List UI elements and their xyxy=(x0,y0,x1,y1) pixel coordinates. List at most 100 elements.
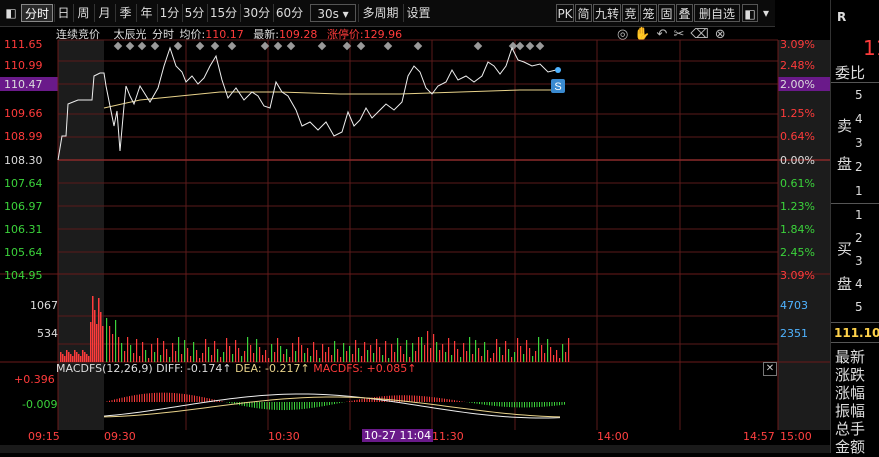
volume-bar xyxy=(514,352,515,362)
macd-bar xyxy=(564,402,565,405)
auction-button[interactable]: 竞 xyxy=(622,4,639,22)
panel-divider-3 xyxy=(831,322,879,323)
macd-bar xyxy=(269,402,270,410)
signal-diamond xyxy=(211,42,219,50)
time-cursor-label: 10-27 11:04 xyxy=(362,429,433,442)
tab-1min[interactable]: 1分 xyxy=(157,4,181,22)
macd-bar xyxy=(129,396,130,402)
macd-dea: DEA: -0.217↑ xyxy=(235,362,310,375)
volume-bar xyxy=(86,354,88,362)
macd-bar xyxy=(499,402,500,406)
overlay-button[interactable]: 叠 xyxy=(676,4,693,22)
tab-multi-period[interactable]: 多周期 xyxy=(358,4,402,22)
volume-bar xyxy=(523,354,524,362)
volume-bar xyxy=(115,320,116,362)
macd-bar xyxy=(242,402,243,406)
volume-bar xyxy=(427,331,428,362)
volume-bar xyxy=(142,342,143,362)
macd-bar xyxy=(549,402,550,406)
macd-bar xyxy=(154,393,155,402)
s-marker-label: S xyxy=(554,81,561,93)
buy-level-3: 3 xyxy=(855,254,863,268)
macd-bar xyxy=(177,393,178,402)
price-line xyxy=(58,48,556,160)
volume-bar xyxy=(562,344,563,362)
volume-bar xyxy=(127,337,128,362)
macd-bar xyxy=(152,393,153,402)
macd-bar xyxy=(437,398,438,402)
time-label-1030: 10:30 xyxy=(268,430,300,443)
macd-bar xyxy=(169,393,170,402)
volume-bar xyxy=(68,352,70,362)
macd-bar xyxy=(519,402,520,407)
macd-bar xyxy=(419,396,420,402)
tab-year[interactable]: 年 xyxy=(136,4,156,22)
macd-bar xyxy=(529,402,530,407)
tab-day[interactable]: 日 xyxy=(54,4,72,22)
macd-bar xyxy=(424,396,425,402)
macd-bar xyxy=(474,402,475,403)
volume-bar xyxy=(526,340,527,362)
macd-diff: DIFF: -0.174↑ xyxy=(156,362,231,375)
volume-bar xyxy=(448,338,449,362)
remove-watchlist-button[interactable]: 删自选 xyxy=(694,4,740,22)
macd-bar xyxy=(134,395,135,402)
macd-bar xyxy=(317,402,318,407)
tab-30s[interactable]: 30s ▾ xyxy=(310,4,356,22)
macd-bar xyxy=(409,395,410,402)
macd-bar xyxy=(194,396,195,402)
sell-level-3: 3 xyxy=(855,136,863,150)
volume-bar xyxy=(451,355,452,362)
volume-bar xyxy=(256,339,257,362)
volume-bar xyxy=(102,326,104,362)
tab-timeshare[interactable]: 分时 xyxy=(21,4,53,22)
price-label-7: 107.64 xyxy=(4,178,43,190)
volume-bar xyxy=(175,351,176,362)
volume-bar xyxy=(553,355,554,362)
macd-bar xyxy=(527,402,528,407)
volume-bar xyxy=(391,344,392,362)
tab-settings[interactable]: 设置 xyxy=(403,4,433,22)
pk-button[interactable]: PK xyxy=(556,4,574,22)
tab-week[interactable]: 周 xyxy=(73,4,93,22)
nine-turn-button[interactable]: 九转 xyxy=(593,4,621,22)
intraday-chart[interactable]: S xyxy=(0,26,830,446)
sell-label-2: 盘 xyxy=(837,153,852,174)
tab-15min[interactable]: 15分 xyxy=(207,4,239,22)
collapse-right-icon[interactable]: ◧ xyxy=(742,4,758,22)
tab-5min[interactable]: 5分 xyxy=(182,4,206,22)
tab-quarter[interactable]: 季 xyxy=(115,4,135,22)
macd-bar xyxy=(397,395,398,402)
tab-month[interactable]: 月 xyxy=(94,4,114,22)
macd-bar xyxy=(139,394,140,402)
macd-bar xyxy=(142,394,143,402)
fix-button[interactable]: 固 xyxy=(658,4,675,22)
volume-bar xyxy=(442,344,443,362)
volume-bar xyxy=(163,341,164,362)
tab-30min[interactable]: 30分 xyxy=(240,4,272,22)
volume-bar xyxy=(472,354,473,362)
macd-bar xyxy=(202,397,203,402)
collapse-left-icon[interactable]: ◧ xyxy=(2,4,20,22)
volume-bar xyxy=(247,337,248,362)
volume-bar xyxy=(556,350,557,362)
volume-label-2: 534 xyxy=(37,328,58,340)
volume-bar xyxy=(550,347,551,362)
simple-button[interactable]: 简 xyxy=(575,4,592,22)
price-label-10: 105.64 xyxy=(4,247,43,259)
volume-bar xyxy=(436,342,437,362)
cage-button[interactable]: 笼 xyxy=(640,4,657,22)
tab-60min[interactable]: 60分 xyxy=(273,4,305,22)
volume-bar xyxy=(457,349,458,362)
close-macd-icon[interactable]: ✕ xyxy=(763,362,777,376)
volume-bar xyxy=(343,343,344,362)
macd-bar xyxy=(444,399,445,402)
dropdown-icon[interactable]: ▾ xyxy=(759,4,773,22)
macd-bar xyxy=(189,395,190,402)
volume-bar xyxy=(520,346,521,362)
macd-bar xyxy=(449,399,450,402)
price-label-4: 109.66 xyxy=(4,108,43,120)
volume-bar xyxy=(133,353,134,362)
volume-bar xyxy=(280,346,281,362)
volume-bar xyxy=(355,340,356,362)
